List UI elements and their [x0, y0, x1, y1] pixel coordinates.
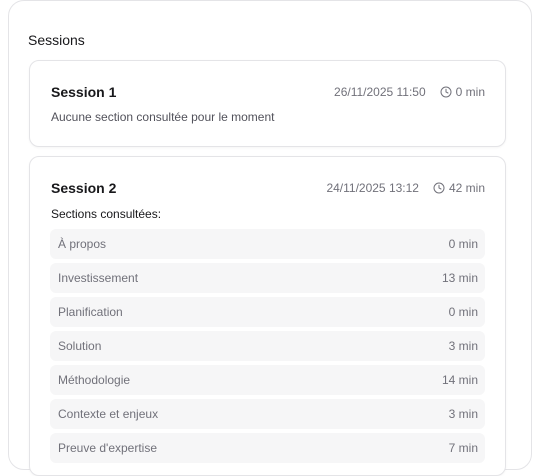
session-title: Session 1	[51, 84, 117, 100]
session-meta: 26/11/2025 11:50 0 min	[334, 85, 485, 99]
sections-subheading: Sections consultées:	[51, 207, 162, 221]
session-date: 24/11/2025 13:12	[326, 181, 419, 195]
section-name: Preuve d'expertise	[58, 441, 158, 455]
clock-icon	[440, 86, 452, 98]
section-row: Contexte et enjeux 3 min	[50, 399, 485, 429]
section-duration: 3 min	[448, 339, 478, 353]
section-row: Investissement 13 min	[50, 263, 485, 293]
session-duration: 42 min	[448, 181, 485, 195]
section-row: Méthodologie 14 min	[50, 365, 485, 395]
section-duration: 14 min	[441, 373, 478, 387]
sections-list: À propos 0 min Investissement 13 min Pla…	[50, 229, 485, 467]
sessions-heading: Sessions	[28, 32, 85, 48]
session-meta: 24/11/2025 13:12 42 min	[326, 181, 485, 195]
section-name: Contexte et enjeux	[58, 407, 159, 421]
section-duration: 7 min	[448, 441, 478, 455]
section-duration: 0 min	[448, 305, 478, 319]
section-name: À propos	[58, 237, 107, 251]
session-duration: 0 min	[455, 85, 485, 99]
section-name: Planification	[58, 305, 123, 319]
section-name: Solution	[58, 339, 102, 353]
section-duration: 0 min	[448, 237, 478, 251]
section-duration: 13 min	[441, 271, 478, 285]
section-row: Solution 3 min	[50, 331, 485, 361]
session-title: Session 2	[51, 180, 117, 196]
section-name: Investissement	[58, 271, 139, 285]
section-row: Planification 0 min	[50, 297, 485, 327]
session-description: Aucune section consultée pour le moment	[51, 110, 275, 124]
section-row: À propos 0 min	[50, 229, 485, 259]
session-date: 26/11/2025 11:50	[334, 85, 426, 99]
section-row: Preuve d'expertise 7 min	[50, 433, 485, 463]
session-card-2[interactable]: Session 2 24/11/2025 13:12 42 min Sectio…	[29, 156, 506, 476]
section-duration: 3 min	[448, 407, 478, 421]
clock-icon	[433, 182, 445, 194]
session-card-1[interactable]: Session 1 26/11/2025 11:50 0 min Aucune …	[29, 60, 506, 147]
section-name: Méthodologie	[58, 373, 131, 387]
